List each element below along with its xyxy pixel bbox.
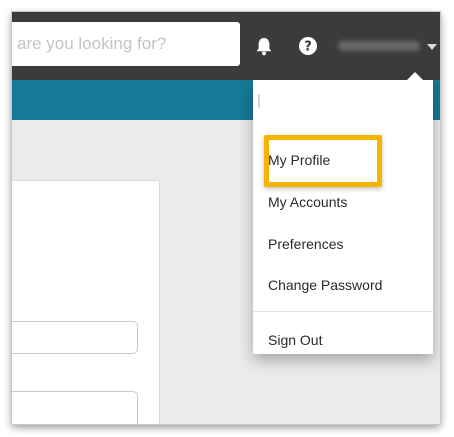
content-card bbox=[12, 180, 160, 424]
form-field[interactable] bbox=[12, 391, 138, 424]
chevron-down-icon[interactable] bbox=[427, 44, 437, 50]
menu-item-my-accounts[interactable]: My Accounts bbox=[268, 194, 347, 210]
form-field[interactable] bbox=[12, 321, 138, 354]
dropdown-header-redacted bbox=[253, 80, 433, 122]
help-icon[interactable]: ? bbox=[297, 35, 319, 57]
menu-item-preferences[interactable]: Preferences bbox=[268, 236, 343, 252]
menu-item-my-profile[interactable]: My Profile bbox=[268, 152, 330, 168]
user-menu[interactable] bbox=[332, 32, 440, 60]
search-box[interactable] bbox=[12, 22, 240, 66]
dropdown-caret bbox=[407, 72, 423, 80]
bell-icon[interactable] bbox=[253, 35, 275, 57]
user-name-redacted bbox=[338, 41, 420, 51]
search-input[interactable] bbox=[12, 22, 240, 66]
account-dropdown-menu: My Profile My Accounts Preferences Chang… bbox=[253, 72, 433, 354]
menu-item-change-password[interactable]: Change Password bbox=[268, 277, 382, 293]
menu-divider bbox=[253, 311, 433, 312]
svg-text:?: ? bbox=[304, 40, 312, 55]
header-accent-bar bbox=[258, 94, 260, 108]
top-bar: ? bbox=[12, 12, 440, 80]
menu-item-sign-out[interactable]: Sign Out bbox=[268, 332, 322, 348]
app-window: ? My Profile My Accounts Preferences Cha… bbox=[12, 12, 440, 424]
